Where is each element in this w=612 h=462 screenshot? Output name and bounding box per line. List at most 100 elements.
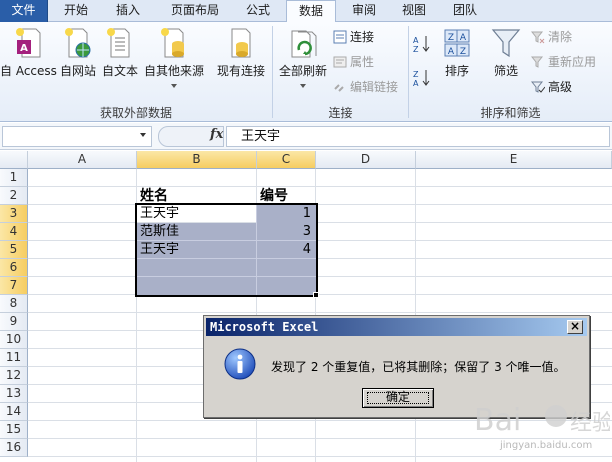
row-header-3[interactable]: 3 <box>0 205 28 223</box>
advanced-filter-button[interactable]: 高级 <box>531 78 572 98</box>
row-header-15[interactable]: 15 <box>0 421 28 439</box>
filter-button[interactable]: 筛选 <box>486 24 526 100</box>
row-header-12[interactable]: 12 <box>0 367 28 385</box>
from-text-button[interactable]: 自文本 <box>100 24 140 100</box>
filter-funnel-icon <box>491 29 521 58</box>
chevron-down-icon[interactable] <box>140 133 146 137</box>
tab-formulas[interactable]: 公式 <box>236 0 280 22</box>
formula-bar: fx 王天宇 <box>0 123 612 150</box>
name-box[interactable] <box>2 126 152 147</box>
selection-border <box>135 203 318 297</box>
row-header-11[interactable]: 11 <box>0 349 28 367</box>
row-header-7[interactable]: 7 <box>0 277 28 295</box>
tab-team[interactable]: 团队 <box>442 0 488 22</box>
svg-text:A: A <box>413 79 419 88</box>
svg-text:A: A <box>20 43 28 54</box>
connections-label: 连接 <box>350 30 375 44</box>
advanced-filter-icon <box>531 81 545 93</box>
from-access-button[interactable]: A 自 Access <box>0 24 57 100</box>
sort-button[interactable]: Z A A Z 排序 <box>438 24 476 100</box>
reapply-icon <box>531 56 544 68</box>
row-header-10[interactable]: 10 <box>0 331 28 349</box>
sort-dialog-icon: Z A A Z <box>444 29 470 57</box>
from-other-sources-button[interactable]: 自其他来源 <box>142 24 206 100</box>
chevron-down-icon <box>300 84 306 88</box>
dialog-title-bar[interactable]: Microsoft Excel × <box>206 318 587 336</box>
row-header-1[interactable]: 1 <box>0 169 28 187</box>
tab-view[interactable]: 视图 <box>392 0 436 22</box>
svg-text:A: A <box>460 33 467 43</box>
from-web-button[interactable]: 自网站 <box>58 24 98 100</box>
column-header-a[interactable]: A <box>28 151 137 169</box>
ribbon-tab-bar: 文件 开始 插入 页面布局 公式 数据 审阅 视图 团队 <box>0 0 612 23</box>
advanced-label: 高级 <box>548 80 573 94</box>
ok-button[interactable]: 确定 <box>362 388 434 408</box>
sort-za-icon: ZA <box>413 70 430 88</box>
connections-button[interactable]: 连接 <box>333 28 374 48</box>
svg-text:Z: Z <box>460 47 466 57</box>
existing-connections-button[interactable]: 现有连接 <box>214 24 268 100</box>
edit-links-button: 编辑链接 <box>333 78 398 98</box>
column-header-c[interactable]: C <box>257 151 316 169</box>
web-globe-icon <box>65 28 91 58</box>
column-header-d[interactable]: D <box>316 151 416 169</box>
access-icon: A <box>16 28 41 58</box>
clear-filter-icon <box>531 31 545 44</box>
fill-handle[interactable] <box>313 292 319 298</box>
from-web-label: 自网站 <box>59 64 96 78</box>
database-icon <box>161 28 184 58</box>
sort-label: 排序 <box>444 64 469 78</box>
svg-text:经验: 经验 <box>570 411 610 436</box>
row-header-16[interactable]: 16 <box>0 439 28 457</box>
from-other-sources-label: 自其他来源 <box>143 64 204 78</box>
row-header-4[interactable]: 4 <box>0 223 28 241</box>
row-header-13[interactable]: 13 <box>0 385 28 403</box>
svg-text:A: A <box>448 47 455 57</box>
column-header-e[interactable]: E <box>416 151 612 169</box>
gridline <box>28 204 612 205</box>
from-text-label: 自文本 <box>101 64 138 78</box>
gridline <box>28 240 612 241</box>
group-label-sort-filter: 排序和筛选 <box>480 106 541 120</box>
tab-insert[interactable]: 插入 <box>104 0 152 22</box>
row-header-9[interactable]: 9 <box>0 313 28 331</box>
insert-function-button[interactable]: fx <box>210 127 223 142</box>
tab-page-layout[interactable]: 页面布局 <box>160 0 230 22</box>
gridline <box>28 312 612 313</box>
row-header-8[interactable]: 8 <box>0 295 28 313</box>
gridline <box>28 222 612 223</box>
tab-file[interactable]: 文件 <box>0 0 48 22</box>
sort-az-icon: AZ <box>413 36 430 54</box>
sort-ascending-button[interactable]: AZ <box>413 34 433 54</box>
focus-rect <box>367 392 429 404</box>
refresh-all-button[interactable]: 全部刷新 <box>276 24 330 100</box>
ribbon: A 自 Access 自网站 自文本 自其他来源 现有连接 获取外部数据 全部刷… <box>0 22 612 122</box>
sort-descending-button[interactable]: ZA <box>413 68 433 88</box>
gridline <box>28 294 612 295</box>
dialog-close-button[interactable]: × <box>567 320 583 334</box>
tab-data[interactable]: 数据 <box>286 0 336 23</box>
tab-home[interactable]: 开始 <box>54 0 98 22</box>
row-header-6[interactable]: 6 <box>0 259 28 277</box>
connections-icon <box>333 30 347 44</box>
svg-text:Z: Z <box>413 70 419 79</box>
select-all-corner[interactable] <box>0 151 28 169</box>
svg-text:A: A <box>413 36 419 45</box>
group-label-external-data: 获取外部数据 <box>99 106 172 120</box>
row-header-5[interactable]: 5 <box>0 241 28 259</box>
gridline <box>28 276 612 277</box>
properties-button: 属性 <box>333 53 374 73</box>
gridline <box>28 186 612 187</box>
svg-text:Z: Z <box>448 33 454 43</box>
refresh-all-label: 全部刷新 <box>278 64 327 78</box>
formula-input[interactable]: 王天宇 <box>226 126 610 147</box>
column-header-b[interactable]: B <box>137 151 257 169</box>
row-header-2[interactable]: 2 <box>0 187 28 205</box>
svg-text:Bai: Bai <box>474 403 521 438</box>
refresh-icon <box>291 30 317 58</box>
dialog-title: Microsoft Excel <box>210 320 319 334</box>
tab-review[interactable]: 审阅 <box>342 0 386 22</box>
row-header-14[interactable]: 14 <box>0 403 28 421</box>
properties-icon <box>333 56 347 68</box>
edit-links-label: 编辑链接 <box>350 80 399 94</box>
